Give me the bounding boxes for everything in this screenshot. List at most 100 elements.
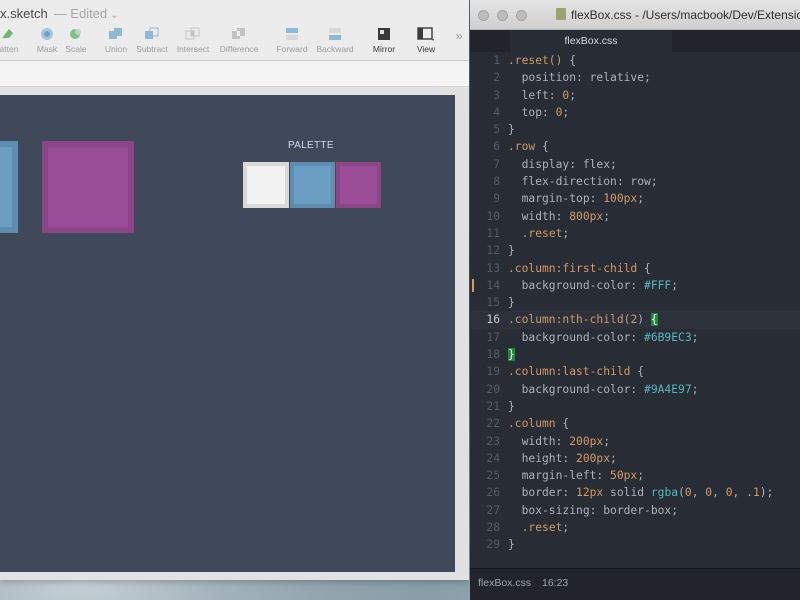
code-line[interactable]: 13 .column:first-child {	[470, 260, 800, 277]
forward-button[interactable]: Forward	[274, 22, 310, 60]
scale-icon	[70, 29, 81, 39]
backward-button[interactable]: Backward	[314, 22, 356, 60]
union-label: Union	[104, 44, 128, 54]
close-window-button[interactable]	[478, 10, 489, 21]
code-line[interactable]: 21}	[470, 398, 800, 415]
purple-column-box[interactable]	[42, 141, 134, 233]
line-code: top: 0;	[508, 105, 570, 119]
line-code: }	[508, 538, 515, 552]
css-file-icon	[556, 8, 566, 20]
palette-swatch-blue[interactable]	[290, 162, 335, 208]
flatten-button[interactable]: atten	[0, 22, 24, 60]
view-button[interactable]: View	[408, 22, 444, 60]
palette-swatch-white[interactable]	[243, 162, 289, 208]
mask-icon	[41, 28, 53, 40]
code-line[interactable]: 3 left: 0;	[470, 87, 800, 104]
line-number: 7	[493, 157, 500, 171]
status-bar: flexBox.css 16:23	[470, 568, 800, 600]
intersect-icon	[185, 27, 200, 40]
scale-button[interactable]: Scale	[62, 22, 90, 60]
code-line[interactable]: 9 margin-top: 100px;	[470, 190, 800, 207]
edited-status: — Edited	[53, 6, 108, 21]
difference-button[interactable]: Difference	[216, 22, 262, 60]
union-button[interactable]: Union	[102, 22, 130, 60]
code-line[interactable]: 20 background-color: #9A4E97;	[470, 381, 800, 398]
line-number: 13	[486, 261, 500, 275]
palette-title: PALETTE	[288, 140, 334, 151]
ruler	[0, 61, 469, 87]
line-number: 26	[486, 486, 500, 500]
code-line[interactable]: 14 background-color: #FFF;	[470, 277, 800, 294]
code-line[interactable]: 8 flex-direction: row;	[470, 173, 800, 190]
flatten-icon	[2, 29, 13, 38]
line-code: width: 800px;	[508, 209, 611, 223]
chevron-down-icon[interactable]: ⌄	[110, 10, 118, 21]
code-line[interactable]: 25 margin-left: 50px;	[470, 467, 800, 484]
code-line[interactable]: 1 .reset() {	[470, 52, 800, 69]
line-number: 12	[486, 244, 500, 258]
line-number: 29	[486, 538, 500, 552]
code-line[interactable]: 15}	[470, 294, 800, 311]
palette-swatch-purple[interactable]	[336, 162, 381, 208]
line-number: 10	[486, 209, 500, 223]
line-code: .column:first-child {	[508, 261, 651, 275]
code-line[interactable]: 27 box-sizing: border-box;	[470, 502, 800, 519]
line-code: }	[508, 244, 515, 258]
code-line[interactable]: 7 display: flex;	[470, 156, 800, 173]
subtract-icon	[145, 27, 159, 39]
code-line[interactable]: 24 height: 200px;	[470, 450, 800, 467]
sketch-file-name: x.sketch	[0, 6, 48, 21]
union-icon	[109, 28, 122, 39]
mask-button[interactable]: Mask	[34, 22, 60, 60]
line-code: box-sizing: border-box;	[508, 503, 679, 517]
intersect-label: Intersect	[176, 44, 210, 54]
code-line[interactable]: 6 .row {	[470, 138, 800, 155]
line-number: 9	[493, 192, 500, 206]
forward-label: Forward	[276, 44, 308, 54]
status-cursor-position[interactable]: 16:23	[542, 577, 568, 589]
line-code: }	[508, 348, 515, 362]
line-code: .column:last-child {	[508, 365, 645, 379]
tab-flexbox-css[interactable]: flexBox.css	[510, 30, 672, 52]
code-line[interactable]: 22 .column {	[470, 415, 800, 432]
line-code: .reset;	[521, 521, 570, 535]
mirror-icon	[378, 28, 390, 40]
code-line[interactable]: 23 width: 200px;	[470, 433, 800, 450]
code-line[interactable]: 10 width: 800px;	[470, 208, 800, 225]
line-code: .reset() {	[508, 54, 577, 67]
line-code: flex-direction: row;	[508, 175, 658, 189]
subtract-button[interactable]: Subtract	[134, 22, 170, 60]
mirror-button[interactable]: Mirror	[368, 22, 400, 60]
code-line[interactable]: 19 .column:last-child {	[470, 363, 800, 380]
line-code: margin-top: 100px;	[508, 192, 645, 206]
line-code: .reset;	[521, 226, 570, 240]
code-line[interactable]: 11 .reset;	[470, 225, 800, 242]
code-line[interactable]: 16 .column:nth-child(2) {	[470, 311, 800, 329]
blue-column-box[interactable]	[0, 141, 18, 233]
line-code: height: 200px;	[508, 451, 617, 465]
code-line[interactable]: 5}	[470, 121, 800, 138]
overflow-chevron-icon[interactable]: »	[452, 22, 466, 60]
intersect-button[interactable]: Intersect	[174, 22, 212, 60]
editor-window-title: flexBox.css - /Users/macbook/Dev/Extensi…	[571, 8, 800, 22]
artboard[interactable]	[0, 95, 455, 572]
line-code: background-color: #FFF;	[508, 278, 679, 292]
code-line[interactable]: 28 .reset;	[470, 519, 800, 536]
minimize-window-button[interactable]	[497, 10, 508, 21]
sketch-document-title[interactable]: x.sketch — Edited ⌄	[0, 6, 119, 21]
code-line[interactable]: 12}	[470, 242, 800, 259]
flatten-label: atten	[0, 44, 19, 54]
editor-titlebar: flexBox.css - /Users/macbook/Dev/Extensi…	[470, 0, 800, 30]
status-file-name[interactable]: flexBox.css	[478, 577, 531, 589]
code-line[interactable]: 18}	[470, 346, 800, 363]
sketch-window: x.sketch — Edited ⌄ atten Mask Scale Union…	[0, 0, 469, 580]
line-number: 18	[486, 348, 500, 362]
code-line[interactable]: 17 background-color: #6B9EC3;	[470, 329, 800, 346]
view-label: View	[416, 44, 436, 54]
code-line[interactable]: 4 top: 0;	[470, 104, 800, 121]
zoom-window-button[interactable]	[516, 10, 527, 21]
code-editor[interactable]: 1 .reset() {2 position: relative; 3 left: …	[470, 52, 800, 568]
code-line[interactable]: 2 position: relative;	[470, 69, 800, 86]
code-line[interactable]: 26 border: 12px solid rgba(0, 0, 0, .1);	[470, 484, 800, 501]
code-line[interactable]: 29}	[470, 536, 800, 553]
